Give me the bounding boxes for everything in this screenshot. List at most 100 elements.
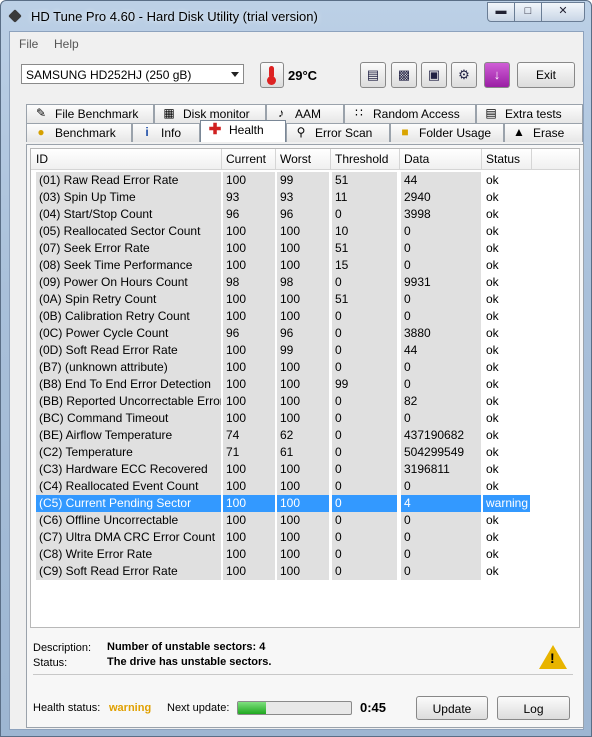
header-id[interactable]: ID bbox=[36, 152, 48, 166]
cell-current: 100 bbox=[223, 393, 275, 410]
minimize-icon[interactable]: ▬ bbox=[487, 2, 515, 22]
cell-threshold: 0 bbox=[332, 206, 397, 223]
tab-erase[interactable]: ▲ Erase bbox=[504, 123, 583, 142]
cell-threshold: 0 bbox=[332, 478, 397, 495]
tab-error-scan[interactable]: ⚲ Error Scan bbox=[286, 123, 390, 142]
table-row[interactable]: (0C) Power Cycle Count 96 96 0 3880 ok bbox=[31, 325, 579, 342]
table-row[interactable]: (C6) Offline Uncorrectable 100 100 0 0 ok bbox=[31, 512, 579, 529]
update-button[interactable]: Update bbox=[416, 696, 488, 720]
table-row[interactable]: (05) Reallocated Sector Count 100 100 10 0 ok bbox=[31, 223, 579, 240]
table-row[interactable]: (C9) Soft Read Error Rate 100 100 0 0 ok bbox=[31, 563, 579, 580]
table-row[interactable]: (03) Spin Up Time 93 93 11 2940 ok bbox=[31, 189, 579, 206]
random-access-icon: ∷ bbox=[355, 106, 363, 120]
table-row[interactable]: (BC) Command Timeout 100 100 0 0 ok bbox=[31, 410, 579, 427]
table-row[interactable]: (07) Seek Error Rate 100 100 51 0 ok bbox=[31, 240, 579, 257]
copy-text-icon[interactable]: ▤ bbox=[360, 62, 386, 88]
cell-status: ok bbox=[483, 478, 530, 495]
copy-screenshot-icon[interactable]: ▩ bbox=[391, 62, 417, 88]
cell-threshold: 0 bbox=[332, 563, 397, 580]
cell-threshold: 11 bbox=[332, 189, 397, 206]
cell-id: (0B) Calibration Retry Count bbox=[36, 308, 221, 325]
tab-health[interactable]: ✚ Health bbox=[200, 120, 286, 142]
cell-worst: 100 bbox=[277, 393, 329, 410]
table-row[interactable]: (C5) Current Pending Sector 100 100 0 4 warni… bbox=[31, 495, 579, 512]
cell-worst: 99 bbox=[277, 342, 329, 359]
table-row[interactable]: (0A) Spin Retry Count 100 100 51 0 ok bbox=[31, 291, 579, 308]
cell-worst: 100 bbox=[277, 308, 329, 325]
cell-threshold: 0 bbox=[332, 359, 397, 376]
table-row[interactable]: (C4) Reallocated Event Count 100 100 0 0 ok bbox=[31, 478, 579, 495]
cell-status: ok bbox=[483, 376, 530, 393]
title-bar[interactable]: HD Tune Pro 4.60 - Hard Disk Utility (tr… bbox=[1, 1, 591, 31]
cell-threshold: 99 bbox=[332, 376, 397, 393]
benchmark-icon: ● bbox=[37, 125, 45, 139]
table-row[interactable]: (0B) Calibration Retry Count 100 100 0 0 ok bbox=[31, 308, 579, 325]
file-benchmark-icon: ✎ bbox=[35, 106, 47, 120]
cell-worst: 100 bbox=[277, 478, 329, 495]
table-row[interactable]: (09) Power On Hours Count 98 98 0 9931 ok bbox=[31, 274, 579, 291]
save-icon[interactable]: ▣ bbox=[421, 62, 447, 88]
header-threshold[interactable]: Threshold bbox=[335, 152, 388, 166]
drive-select[interactable]: SAMSUNG HD252HJ (250 gB) bbox=[21, 64, 244, 84]
disk-monitor-icon: ▦ bbox=[163, 106, 175, 120]
cell-data: 0 bbox=[401, 563, 481, 580]
cell-status: ok bbox=[483, 563, 530, 580]
cell-status: ok bbox=[483, 461, 530, 478]
smart-table[interactable]: ID Current Worst Threshold Data Status (… bbox=[30, 148, 580, 628]
tab-random-access[interactable]: ∷ Random Access bbox=[344, 104, 476, 123]
cell-worst: 100 bbox=[277, 512, 329, 529]
header-worst[interactable]: Worst bbox=[280, 152, 311, 166]
cell-data: 0 bbox=[401, 291, 481, 308]
menu-help[interactable]: Help bbox=[54, 37, 79, 51]
options-icon[interactable]: ⚙ bbox=[451, 62, 477, 88]
cell-worst: 100 bbox=[277, 257, 329, 274]
cell-id: (0C) Power Cycle Count bbox=[36, 325, 221, 342]
cell-current: 100 bbox=[223, 257, 275, 274]
menu-bar: File Help bbox=[10, 32, 583, 54]
cell-threshold: 0 bbox=[332, 512, 397, 529]
cell-threshold: 51 bbox=[332, 172, 397, 189]
cell-worst: 100 bbox=[277, 359, 329, 376]
header-data[interactable]: Data bbox=[404, 152, 429, 166]
download-icon[interactable]: ↓ bbox=[484, 62, 510, 88]
cell-data: 0 bbox=[401, 359, 481, 376]
cell-current: 100 bbox=[223, 240, 275, 257]
tab-file-benchmark[interactable]: ✎ File Benchmark bbox=[26, 104, 154, 123]
table-header: ID Current Worst Threshold Data Status bbox=[31, 149, 579, 170]
cell-worst: 100 bbox=[277, 410, 329, 427]
cell-id: (03) Spin Up Time bbox=[36, 189, 221, 206]
tab-benchmark[interactable]: ● Benchmark bbox=[26, 123, 132, 142]
tab-extra-tests[interactable]: ▤ Extra tests bbox=[476, 104, 583, 123]
table-row[interactable]: (B7) (unknown attribute) 100 100 0 0 ok bbox=[31, 359, 579, 376]
table-row[interactable]: (B8) End To End Error Detection 100 100 99 0… bbox=[31, 376, 579, 393]
table-row[interactable]: (C7) Ultra DMA CRC Error Count 100 100 0 0 ok bbox=[31, 529, 579, 546]
cell-id: (C9) Soft Read Error Rate bbox=[36, 563, 221, 580]
table-row[interactable]: (BE) Airflow Temperature 74 62 0 437190682 ok bbox=[31, 427, 579, 444]
table-row[interactable]: (0D) Soft Read Error Rate 100 99 0 44 ok bbox=[31, 342, 579, 359]
exit-button[interactable]: Exit bbox=[517, 62, 575, 88]
maximize-icon[interactable]: □ bbox=[514, 2, 542, 22]
close-icon[interactable]: ✕ bbox=[541, 2, 585, 22]
table-row[interactable]: (BB) Reported Uncorrectable Errors 100 100… bbox=[31, 393, 579, 410]
cell-status: ok bbox=[483, 206, 530, 223]
table-row[interactable]: (C8) Write Error Rate 100 100 0 0 ok bbox=[31, 546, 579, 563]
tab-info[interactable]: i Info bbox=[132, 123, 200, 142]
log-button[interactable]: Log bbox=[497, 696, 570, 720]
cell-status: ok bbox=[483, 274, 530, 291]
table-row[interactable]: (04) Start/Stop Count 96 96 0 3998 ok bbox=[31, 206, 579, 223]
header-current[interactable]: Current bbox=[226, 152, 266, 166]
cell-data: 0 bbox=[401, 410, 481, 427]
cell-id: (BE) Airflow Temperature bbox=[36, 427, 221, 444]
cell-data: 82 bbox=[401, 393, 481, 410]
divider bbox=[33, 674, 573, 675]
table-row[interactable]: (C2) Temperature 71 61 0 504299549 ok bbox=[31, 444, 579, 461]
tab-folder-usage[interactable]: ■ Folder Usage bbox=[390, 123, 504, 142]
table-row[interactable]: (08) Seek Time Performance 100 100 15 0 ok bbox=[31, 257, 579, 274]
header-status[interactable]: Status bbox=[486, 152, 520, 166]
cell-threshold: 51 bbox=[332, 291, 397, 308]
table-row[interactable]: (C3) Hardware ECC Recovered 100 100 0 319681… bbox=[31, 461, 579, 478]
cell-status: ok bbox=[483, 223, 530, 240]
cell-current: 100 bbox=[223, 478, 275, 495]
table-row[interactable]: (01) Raw Read Error Rate 100 99 51 44 ok bbox=[31, 172, 579, 189]
menu-file[interactable]: File bbox=[19, 37, 38, 51]
